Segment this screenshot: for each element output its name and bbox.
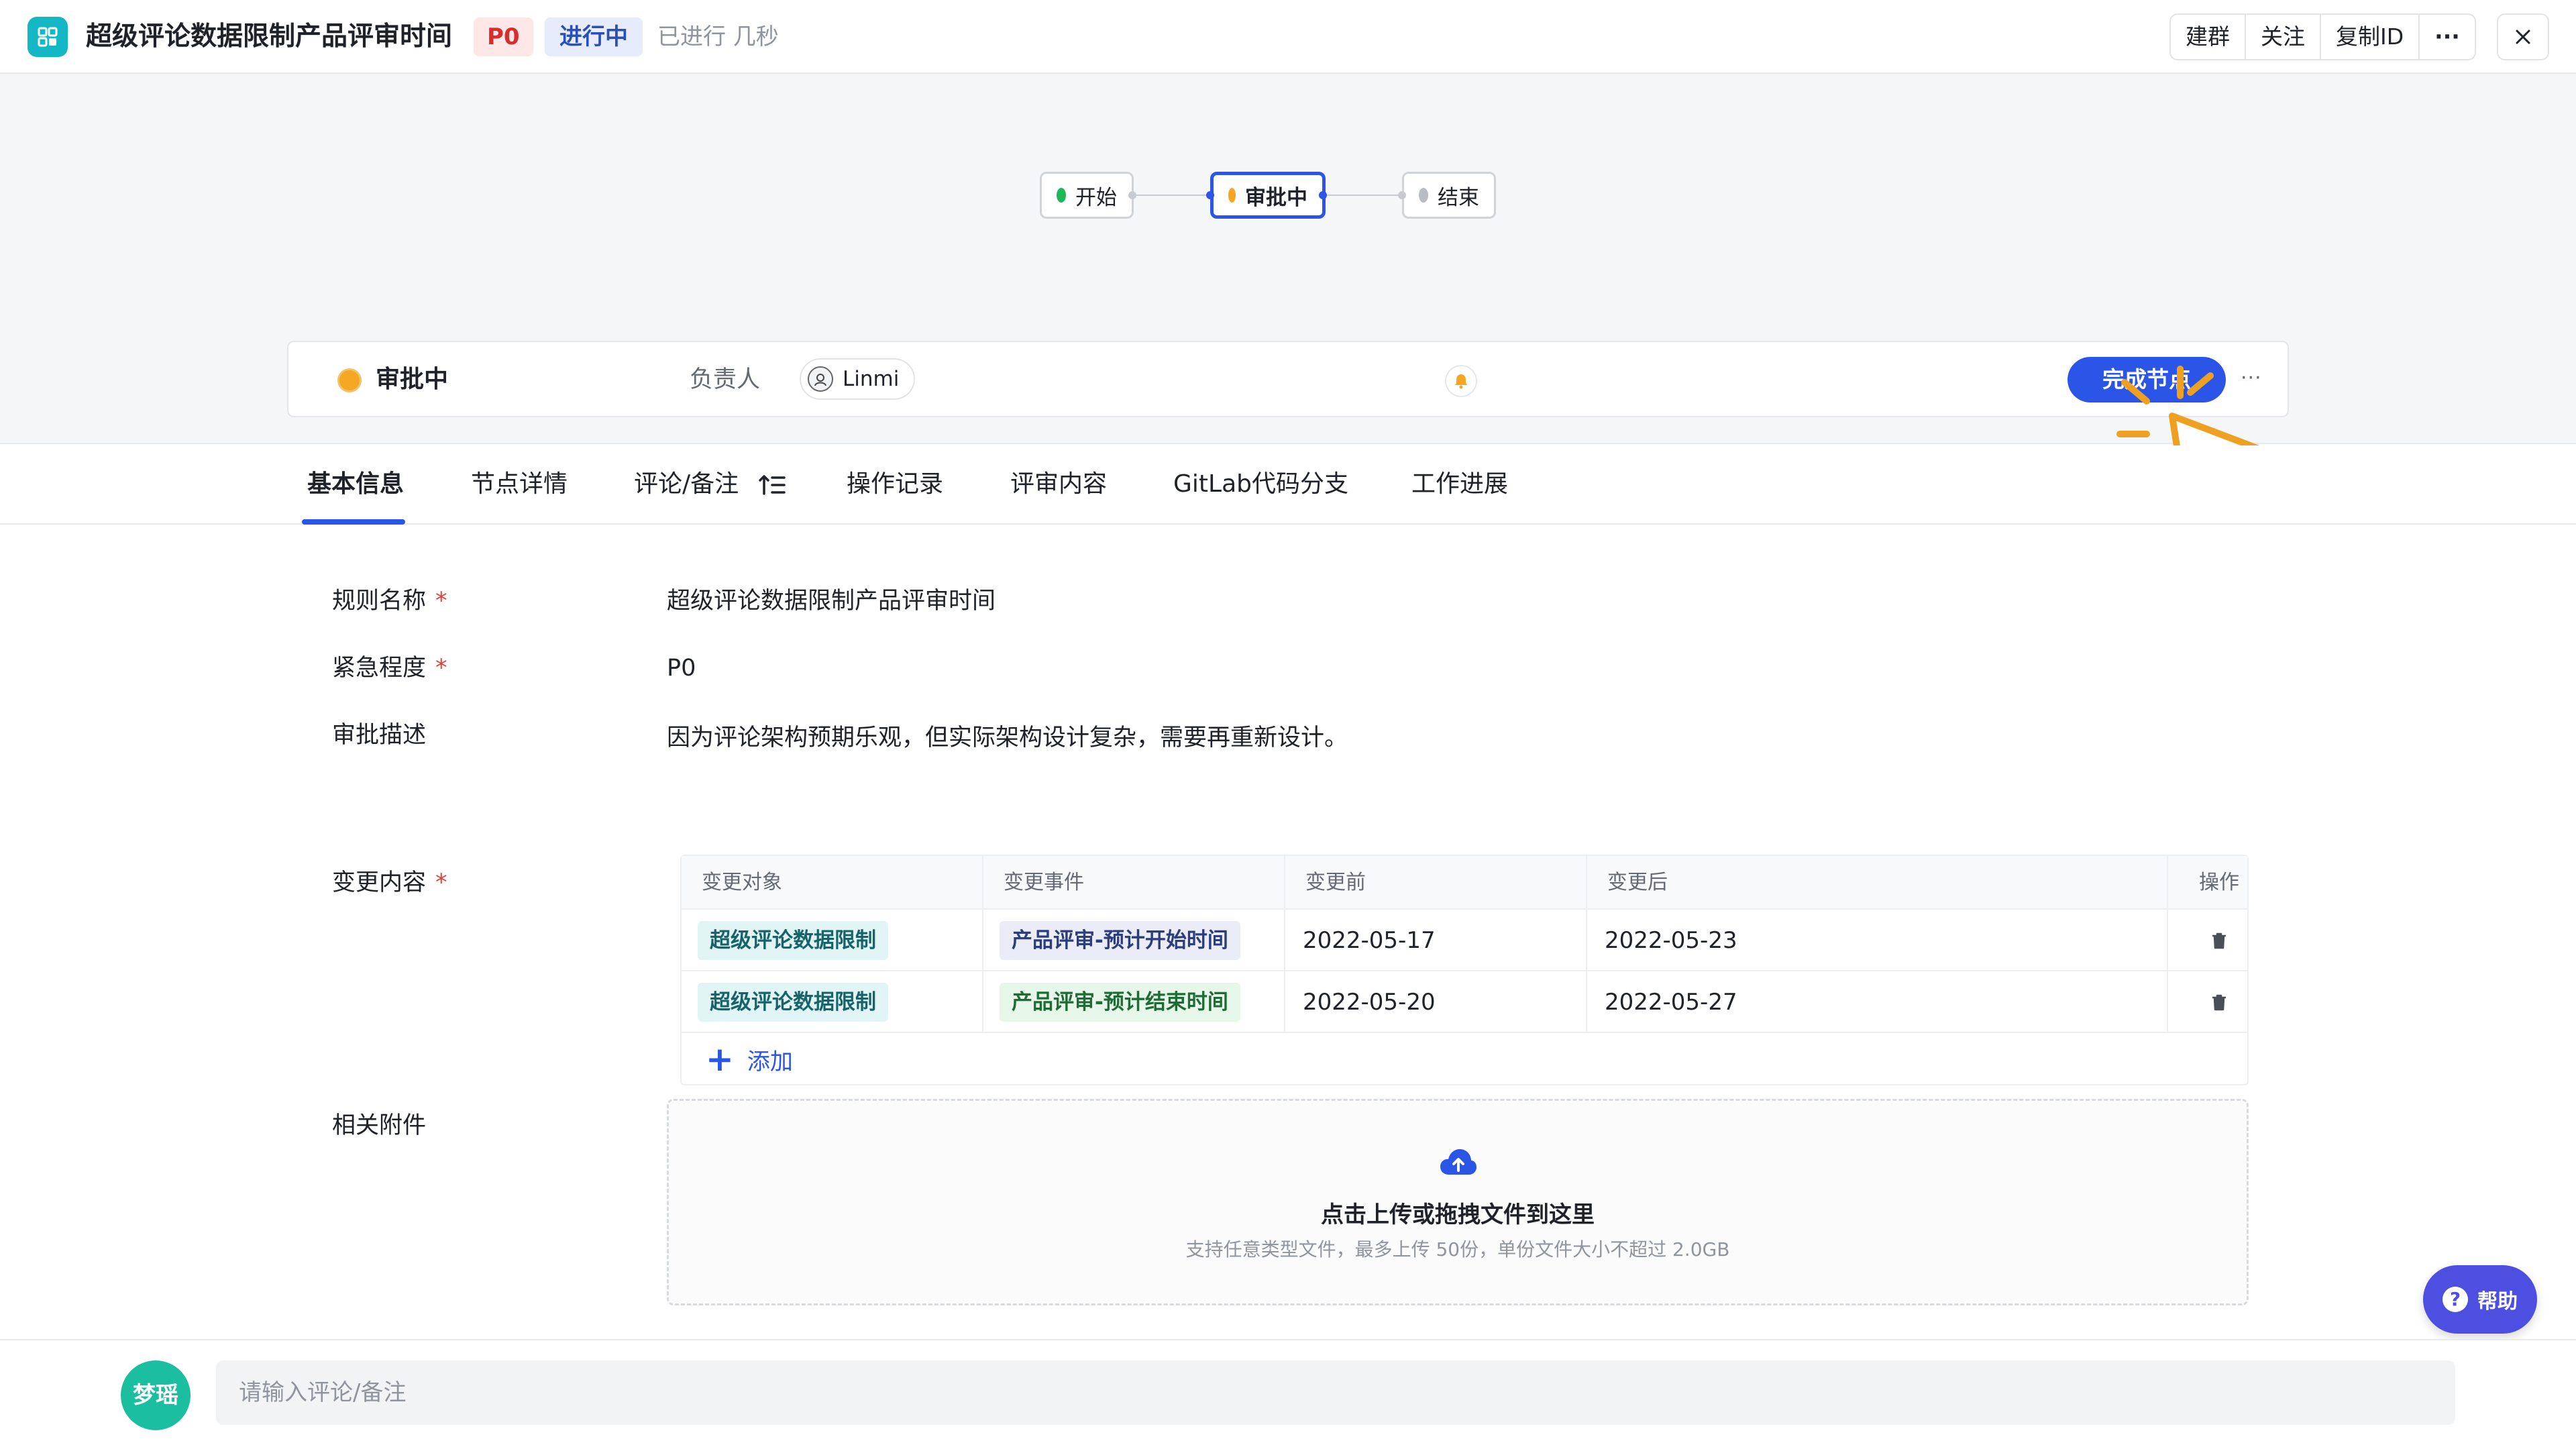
help-icon: ? bbox=[2443, 1287, 2468, 1312]
connector-dot bbox=[1206, 191, 1214, 199]
flow-connector bbox=[1323, 195, 1402, 196]
description-label: 审批描述 bbox=[332, 722, 427, 749]
column-header: 变更前 bbox=[1305, 871, 1366, 894]
plus-icon: + bbox=[706, 1040, 734, 1079]
tab-basic-info[interactable]: 基本信息 bbox=[307, 466, 404, 503]
change-object-tag[interactable]: 超级评论数据限制 bbox=[698, 983, 888, 1022]
flow-node-label: 审批中 bbox=[1245, 185, 1307, 210]
column-header: 变更后 bbox=[1607, 871, 1668, 894]
required-mark: * bbox=[435, 655, 447, 682]
column-header: 变更事件 bbox=[1004, 871, 1084, 894]
tab-label: 评论/备注 bbox=[634, 470, 739, 498]
trash-icon bbox=[2212, 932, 2226, 949]
owner-chip[interactable]: Linmi bbox=[800, 358, 916, 400]
changes-label: 变更内容 * bbox=[332, 869, 447, 896]
upload-subtitle: 支持任意类型文件，最多上传 50份，单份文件大小不超过 2.0GB bbox=[1185, 1238, 1730, 1260]
status-dot bbox=[1057, 188, 1066, 203]
flow-connector bbox=[1132, 195, 1212, 196]
table-row: 超级评论数据限制 产品评审-预计开始时间 2022-05-17 2022-05-… bbox=[682, 910, 2247, 971]
help-label: 帮助 bbox=[2477, 1290, 2518, 1313]
tab-operation-log[interactable]: 操作记录 bbox=[847, 466, 943, 503]
copy-id-button[interactable]: 复制ID bbox=[2321, 15, 2420, 59]
tab-gitlab-branch[interactable]: GitLab代码分支 bbox=[1173, 466, 1348, 503]
tab-node-details[interactable]: 节点详情 bbox=[471, 466, 568, 503]
avatar: 梦瑶 bbox=[121, 1360, 191, 1430]
delete-row-button[interactable] bbox=[2206, 910, 2233, 971]
flow-node-label: 结束 bbox=[1438, 185, 1479, 210]
tab-work-progress[interactable]: 工作进展 bbox=[1411, 466, 1508, 503]
after-value: 2022-05-27 bbox=[1605, 989, 1737, 1016]
comment-bar: 梦瑶 bbox=[0, 1339, 2576, 1449]
status-dot bbox=[337, 368, 362, 392]
sort-icon bbox=[758, 475, 786, 495]
header-actions: 建群 关注 复制ID ··· bbox=[2169, 13, 2476, 60]
urgency-value: P0 bbox=[667, 655, 696, 682]
tab-review-content[interactable]: 评审内容 bbox=[1010, 466, 1107, 503]
upload-dropzone[interactable]: 点击上传或拖拽文件到这里 支持任意类型文件，最多上传 50份，单份文件大小不超过… bbox=[667, 1099, 2249, 1305]
active-tab-indicator bbox=[302, 519, 405, 525]
description-value: 因为评论架构预期乐观，但实际架构设计复杂，需要再重新设计。 bbox=[667, 724, 1348, 751]
change-table: 变更对象 变更事件 变更前 变更后 操作 超级评论数据限制 产品评审-预计开始时… bbox=[680, 855, 2249, 1085]
change-event-tag[interactable]: 产品评审-预计开始时间 bbox=[1000, 921, 1240, 960]
status-dot bbox=[1419, 188, 1428, 203]
app-icon bbox=[28, 17, 68, 57]
node-card: 审批中 负责人 Linmi 完成节点 ··· bbox=[287, 341, 2289, 417]
change-object-tag[interactable]: 超级评论数据限制 bbox=[698, 921, 888, 960]
attachments-label: 相关附件 bbox=[332, 1112, 427, 1139]
complete-node-button[interactable]: 完成节点 bbox=[2068, 357, 2226, 402]
node-status: 审批中 bbox=[376, 366, 449, 393]
flow-node-end[interactable]: 结束 bbox=[1402, 172, 1496, 219]
table-row: 超级评论数据限制 产品评审-预计结束时间 2022-05-20 2022-05-… bbox=[682, 971, 2247, 1033]
required-mark: * bbox=[435, 588, 447, 614]
elapsed-time: 已进行 几秒 bbox=[657, 23, 779, 50]
remind-button[interactable] bbox=[1445, 365, 1477, 397]
trash-icon bbox=[2212, 994, 2226, 1011]
rule-name-label: 规则名称 * bbox=[332, 588, 447, 614]
connector-dot bbox=[1398, 191, 1406, 199]
rule-name-value: 超级评论数据限制产品评审时间 bbox=[667, 588, 996, 614]
tab-comments[interactable]: 评论/备注 bbox=[634, 466, 786, 503]
node-more-button[interactable]: ··· bbox=[2241, 366, 2262, 390]
create-group-button[interactable]: 建群 bbox=[2171, 15, 2246, 59]
connector-dot bbox=[1128, 191, 1136, 199]
close-button[interactable] bbox=[2497, 13, 2549, 60]
before-value: 2022-05-20 bbox=[1303, 989, 1436, 1016]
after-value: 2022-05-23 bbox=[1605, 927, 1737, 954]
status-badge: 进行中 bbox=[545, 17, 643, 56]
comment-input[interactable] bbox=[216, 1360, 2455, 1425]
delete-row-button[interactable] bbox=[2206, 971, 2233, 1033]
column-header: 变更对象 bbox=[702, 871, 782, 894]
more-button[interactable]: ··· bbox=[2420, 15, 2475, 59]
help-button[interactable]: ? 帮助 bbox=[2423, 1265, 2537, 1334]
tab-bar: 基本信息 节点详情 评论/备注 操作记录 评审内容 GitLab代码分支 工作进… bbox=[0, 445, 2576, 525]
connector-dot bbox=[1319, 191, 1327, 199]
change-event-tag[interactable]: 产品评审-预计结束时间 bbox=[1000, 983, 1240, 1022]
avatar bbox=[808, 366, 833, 392]
header: 超级评论数据限制产品评审时间 P0 进行中 已进行 几秒 建群 关注 复制ID … bbox=[0, 0, 2576, 74]
owner-name: Linmi bbox=[843, 367, 900, 391]
bell-icon bbox=[1455, 374, 1467, 389]
flow-node-start[interactable]: 开始 bbox=[1040, 172, 1134, 219]
add-change-button[interactable]: + 添加 bbox=[706, 1042, 793, 1076]
cloud-upload-icon bbox=[1440, 1149, 1477, 1175]
follow-button[interactable]: 关注 bbox=[2246, 15, 2321, 59]
flow-node-approving[interactable]: 审批中 bbox=[1210, 172, 1326, 219]
flow-node-label: 开始 bbox=[1075, 185, 1117, 210]
priority-badge: P0 bbox=[474, 17, 533, 56]
before-value: 2022-05-17 bbox=[1303, 927, 1436, 954]
required-mark: * bbox=[435, 869, 447, 896]
table-header: 变更对象 变更事件 变更前 变更后 操作 bbox=[682, 856, 2247, 910]
status-dot bbox=[1228, 188, 1236, 203]
upload-title: 点击上传或拖拽文件到这里 bbox=[1321, 1201, 1595, 1228]
urgency-label: 紧急程度 * bbox=[332, 655, 447, 682]
column-header: 操作 bbox=[2199, 871, 2239, 894]
page-title: 超级评论数据限制产品评审时间 bbox=[86, 21, 453, 52]
add-label: 添加 bbox=[747, 1048, 793, 1075]
owner-label: 负责人 bbox=[690, 366, 761, 393]
close-icon bbox=[2516, 30, 2530, 44]
